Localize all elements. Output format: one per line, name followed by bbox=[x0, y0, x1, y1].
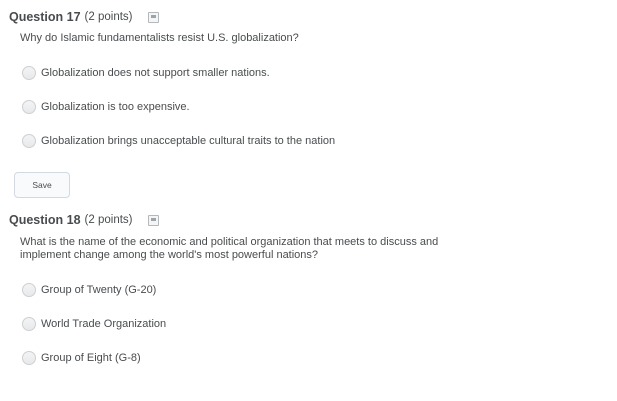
option-label: Globalization brings unacceptable cultur… bbox=[41, 135, 336, 147]
question-18-title: Question 18 bbox=[9, 213, 81, 227]
question-18-header: Question 18 (2 points) bbox=[9, 213, 160, 227]
option-label: Group of Eight (G-8) bbox=[41, 352, 141, 364]
radio-button[interactable] bbox=[22, 351, 36, 365]
question-18-prompt: What is the name of the economic and pol… bbox=[20, 236, 439, 261]
option-label: Group of Twenty (G-20) bbox=[41, 284, 157, 296]
radio-button[interactable] bbox=[22, 100, 36, 114]
radio-button[interactable] bbox=[22, 283, 36, 297]
option-label: World Trade Organization bbox=[41, 318, 167, 330]
question-18-option-2[interactable]: World Trade Organization bbox=[22, 317, 166, 331]
question-17-title: Question 17 bbox=[9, 10, 81, 24]
radio-button[interactable] bbox=[22, 317, 36, 331]
question-17-header: Question 17 (2 points) bbox=[9, 10, 160, 24]
bookmark-flag-icon[interactable] bbox=[148, 11, 160, 23]
option-label: Globalization is too expensive. bbox=[41, 101, 190, 113]
question-17-option-3[interactable]: Globalization brings unacceptable cultur… bbox=[22, 134, 335, 148]
save-button[interactable]: Save bbox=[14, 172, 70, 198]
bookmark-flag-icon[interactable] bbox=[148, 214, 160, 226]
question-18-option-3[interactable]: Group of Eight (G-8) bbox=[22, 351, 141, 365]
question-17-option-1[interactable]: Globalization does not support smaller n… bbox=[22, 66, 270, 80]
question-18-points: (2 points) bbox=[84, 214, 133, 226]
quiz-page: Question 17 (2 points) Why do Islamic fu… bbox=[0, 0, 617, 401]
question-18-option-1[interactable]: Group of Twenty (G-20) bbox=[22, 283, 156, 297]
question-17-points: (2 points) bbox=[84, 11, 133, 23]
question-17-option-2[interactable]: Globalization is too expensive. bbox=[22, 100, 190, 114]
radio-button[interactable] bbox=[22, 66, 36, 80]
option-label: Globalization does not support smaller n… bbox=[41, 67, 270, 79]
question-17-prompt: Why do Islamic fundamentalists resist U.… bbox=[20, 32, 299, 44]
radio-button[interactable] bbox=[22, 134, 36, 148]
